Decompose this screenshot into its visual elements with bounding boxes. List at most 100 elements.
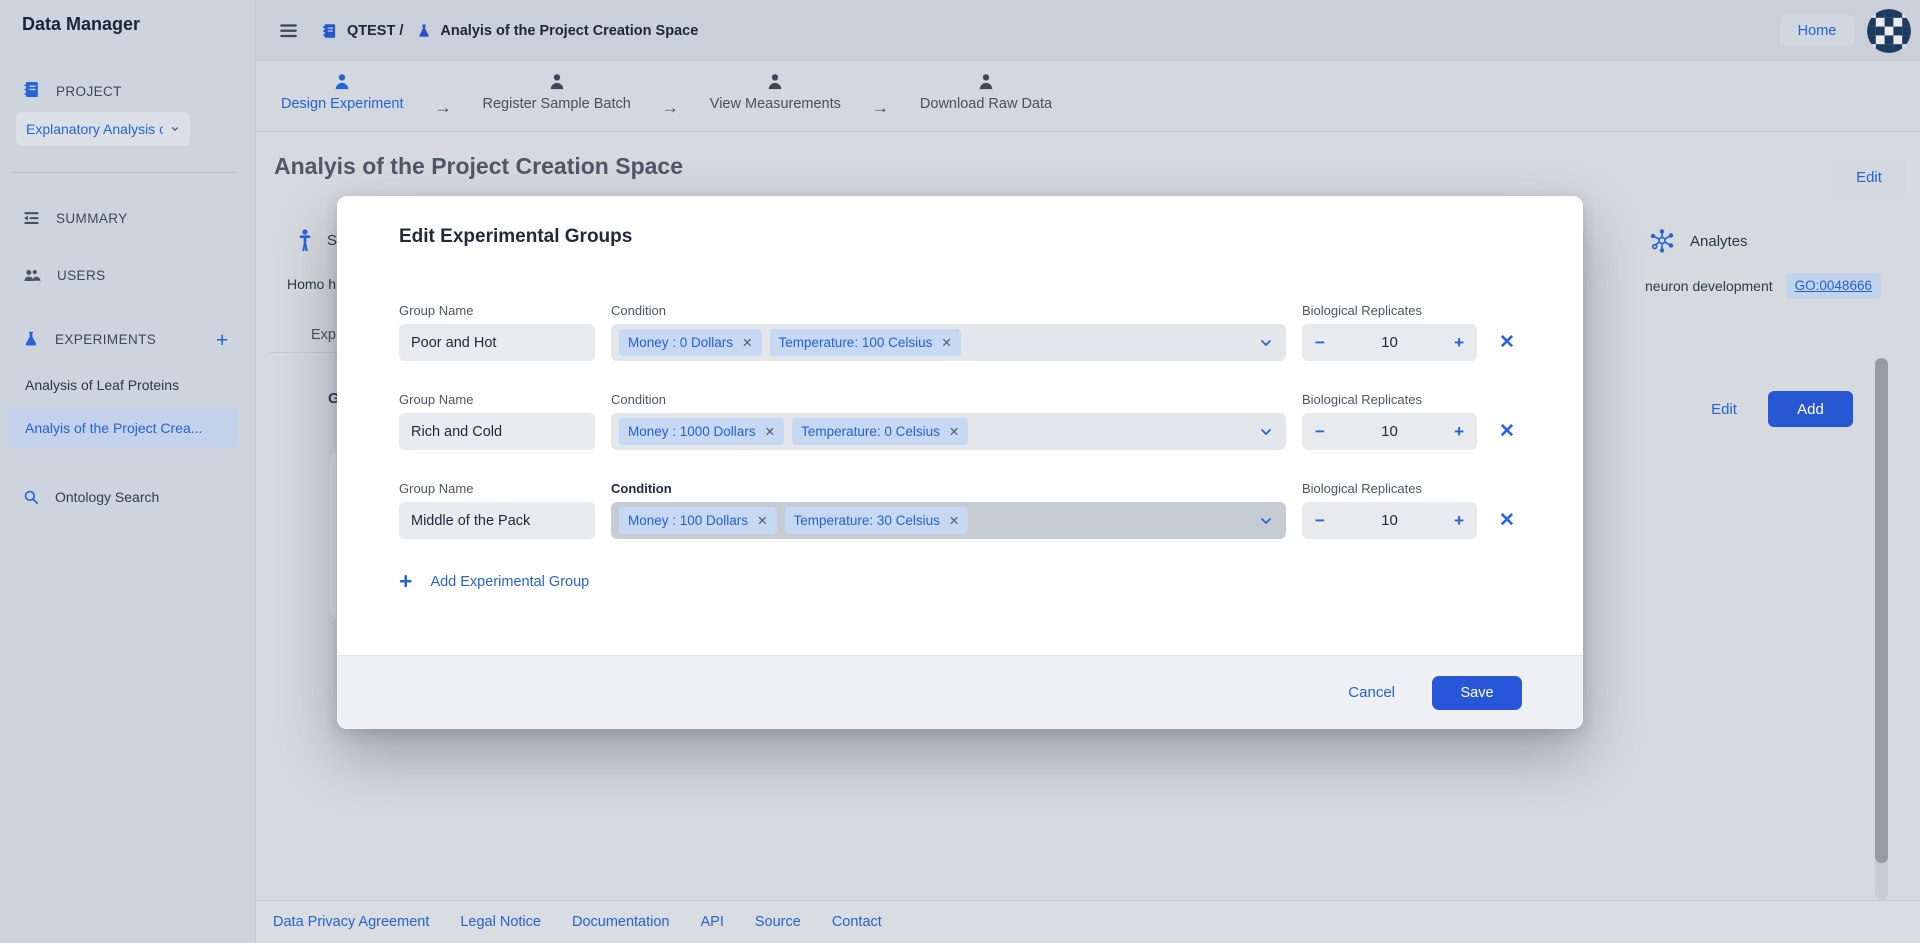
arrow-right-icon: → [435, 98, 452, 131]
summary-icon [22, 209, 41, 228]
increment-button[interactable]: + [1454, 512, 1464, 529]
condition-select[interactable]: Money : 100 Dollars✕ Temperature: 30 Cel… [611, 502, 1286, 539]
sidebar-item-label: Ontology Search [55, 489, 159, 505]
replicates-label: Biological Replicates [1302, 303, 1477, 318]
breadcrumb-project[interactable]: QTEST / [347, 23, 403, 39]
person-icon [547, 72, 567, 92]
remove-condition-icon[interactable]: ✕ [949, 513, 959, 528]
replicates-value: 10 [1381, 423, 1398, 440]
condition-chip-label: Temperature: 0 Celsius [801, 424, 940, 439]
delete-row-icon[interactable]: ✕ [1493, 509, 1521, 532]
condition-chip-label: Temperature: 100 Celsius [779, 335, 933, 350]
group-name-input[interactable] [399, 502, 595, 539]
step-label: View Measurements [710, 96, 841, 112]
remove-condition-icon[interactable]: ✕ [941, 335, 951, 350]
dialog-title: Edit Experimental Groups [399, 226, 1521, 248]
sidebar-item-users[interactable]: USERS [22, 266, 106, 285]
notebook-icon [321, 22, 338, 40]
footer-link-contact[interactable]: Contact [832, 914, 882, 930]
person-icon [765, 72, 785, 92]
ontology-id-badge: GO:0048666 [1786, 273, 1881, 299]
condition-label: Condition [611, 392, 1286, 407]
step-design-experiment[interactable]: Design Experiment [281, 72, 404, 131]
delete-row-icon[interactable]: ✕ [1493, 420, 1521, 443]
breadcrumb-experiment[interactable]: Analyis of the Project Creation Space [440, 23, 698, 39]
step-register-sample-batch[interactable]: Register Sample Batch [483, 72, 631, 131]
chevron-down-icon [170, 124, 180, 134]
flask-icon [22, 329, 40, 349]
replicates-stepper: − 10 + [1302, 502, 1477, 539]
chevron-down-icon[interactable] [1258, 513, 1274, 529]
hamburger-menu-icon[interactable] [278, 20, 299, 41]
chevron-down-icon[interactable] [1258, 424, 1274, 440]
edit-experiment-button[interactable]: Edit [1832, 160, 1906, 195]
edit-groups-button[interactable]: Edit [1687, 391, 1761, 427]
remove-condition-icon[interactable]: ✕ [765, 424, 775, 439]
replicates-label: Biological Replicates [1302, 392, 1477, 407]
condition-label: Condition [611, 303, 1286, 318]
footer-link-documentation[interactable]: Documentation [572, 914, 670, 930]
delete-row-icon[interactable]: ✕ [1493, 331, 1521, 354]
sidebar-experiment-item[interactable]: Analysis of Leaf Proteins [25, 377, 179, 393]
tab-divider [270, 352, 340, 353]
group-name-input[interactable] [399, 413, 595, 450]
decrement-button[interactable]: − [1315, 423, 1325, 440]
chevron-down-icon[interactable] [1258, 335, 1274, 351]
add-group-button[interactable]: Add [1768, 391, 1853, 427]
sidebar-item-label: USERS [57, 268, 106, 283]
replicates-label: Biological Replicates [1302, 481, 1477, 496]
decrement-button[interactable]: − [1315, 334, 1325, 351]
condition-chip: Temperature: 100 Celsius ✕ [770, 329, 961, 356]
replicates-value: 10 [1381, 334, 1398, 351]
replicates-value: 10 [1381, 512, 1398, 529]
page-footer: Data Privacy Agreement Legal Notice Docu… [256, 900, 1920, 943]
species-section-label-partial: S [327, 232, 337, 249]
step-view-measurements[interactable]: View Measurements [710, 72, 841, 131]
scrollbar-thumb[interactable] [1875, 358, 1888, 863]
cancel-button[interactable]: Cancel [1348, 684, 1395, 701]
condition-chip: Money : 1000 Dollars✕ [619, 418, 784, 445]
condition-select[interactable]: Money : 1000 Dollars✕ Temperature: 0 Cel… [611, 413, 1286, 450]
sidebar-item-summary[interactable]: SUMMARY [22, 209, 128, 228]
dialog-footer: Cancel Save [337, 655, 1583, 729]
search-icon [22, 488, 40, 506]
save-button[interactable]: Save [1432, 676, 1522, 710]
group-name-input[interactable] [399, 324, 595, 361]
sidebar-item-label: PROJECT [56, 84, 122, 99]
replicates-stepper: − 10 + [1302, 413, 1477, 450]
step-download-raw-data[interactable]: Download Raw Data [920, 72, 1052, 131]
condition-chip: Money : 0 Dollars✕ [619, 329, 762, 356]
species-value-partial: Homo h [287, 276, 336, 292]
edit-experimental-groups-dialog: Edit Experimental Groups Group Name Cond… [337, 196, 1583, 729]
remove-condition-icon[interactable]: ✕ [757, 513, 767, 528]
sidebar-item-ontology-search[interactable]: Ontology Search [22, 488, 159, 506]
remove-condition-icon[interactable]: ✕ [949, 424, 959, 439]
arrow-right-icon: → [872, 98, 889, 131]
add-experiment-icon[interactable]: + [216, 330, 228, 351]
footer-link-data-privacy[interactable]: Data Privacy Agreement [273, 914, 429, 930]
increment-button[interactable]: + [1454, 334, 1464, 351]
ontology-id-link[interactable]: GO:0048666 [1795, 278, 1872, 293]
home-button[interactable]: Home [1780, 15, 1854, 47]
sidebar-experiment-item-selected[interactable]: Analyis of the Project Crea... [8, 408, 238, 448]
avatar[interactable] [1867, 9, 1911, 53]
footer-link-legal-notice[interactable]: Legal Notice [460, 914, 541, 930]
arrow-right-icon: → [662, 98, 679, 131]
footer-link-api[interactable]: API [701, 914, 724, 930]
sidebar-item-project[interactable]: PROJECT [22, 80, 122, 102]
remove-condition-icon[interactable]: ✕ [742, 335, 752, 350]
species-icon [293, 228, 317, 259]
increment-button[interactable]: + [1454, 423, 1464, 440]
condition-chip: Money : 100 Dollars✕ [619, 507, 777, 534]
add-experimental-group-button[interactable]: + Add Experimental Group [399, 570, 589, 593]
project-selector[interactable]: Explanatory Analysis o... [16, 112, 190, 146]
condition-select[interactable]: Money : 0 Dollars✕ Temperature: 100 Cels… [611, 324, 1286, 361]
decrement-button[interactable]: − [1315, 512, 1325, 529]
scrollbar-track[interactable] [1875, 358, 1888, 900]
condition-label: Condition [611, 481, 1286, 496]
flask-icon [416, 22, 432, 40]
tab-label-partial[interactable]: Exp [311, 327, 336, 343]
condition-chip: Temperature: 30 Celsius✕ [785, 507, 969, 534]
footer-link-source[interactable]: Source [755, 914, 801, 930]
sidebar-item-experiments[interactable]: EXPERIMENTS [22, 329, 156, 349]
